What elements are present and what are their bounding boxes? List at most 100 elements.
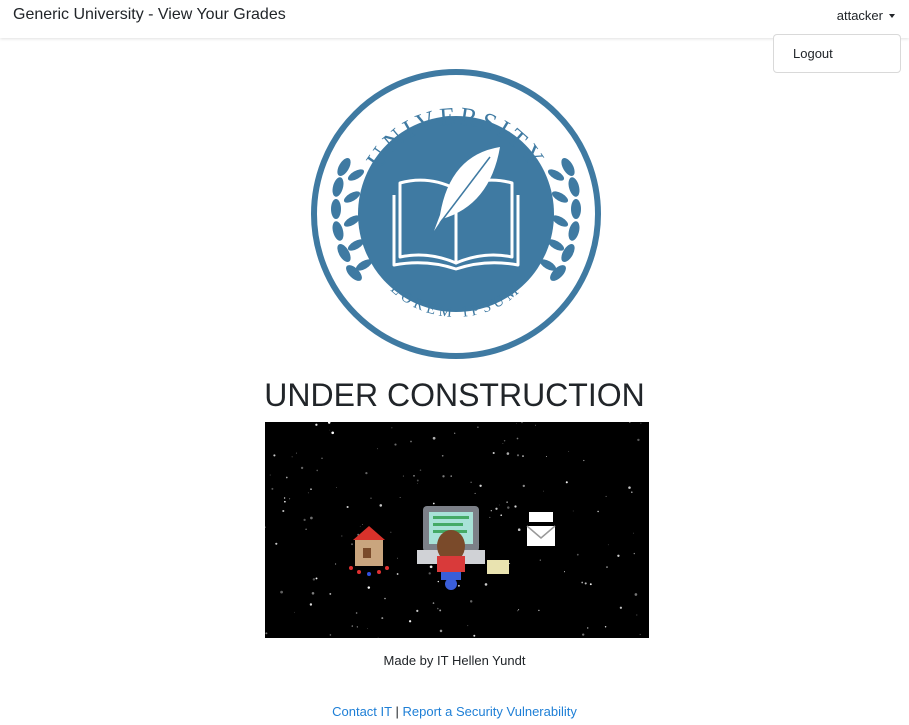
star <box>280 590 283 594</box>
logout-menu-item[interactable]: Logout <box>793 46 833 61</box>
star <box>521 422 523 424</box>
star <box>545 456 547 458</box>
star <box>408 620 412 623</box>
star <box>576 553 579 556</box>
star <box>581 581 584 584</box>
star <box>346 505 349 509</box>
star <box>310 516 313 520</box>
star <box>291 456 293 458</box>
star <box>457 584 460 587</box>
star <box>416 479 419 482</box>
university-logo: UNIVERSITY LOREM IPSUM <box>300 55 612 367</box>
star <box>316 469 318 472</box>
user-dropdown-toggle[interactable]: attacker <box>837 8 895 23</box>
star <box>315 577 318 580</box>
star <box>516 437 519 440</box>
star <box>584 582 587 585</box>
star <box>565 481 568 484</box>
star <box>329 634 332 636</box>
star <box>285 476 288 479</box>
star <box>413 475 415 477</box>
star <box>362 524 363 525</box>
envelope-icon <box>526 512 556 546</box>
star <box>518 609 520 611</box>
star <box>606 566 608 568</box>
star <box>502 443 504 444</box>
star <box>637 438 640 442</box>
star <box>396 573 399 575</box>
star <box>604 626 607 628</box>
star <box>356 626 358 628</box>
star <box>503 439 506 442</box>
star <box>477 426 479 428</box>
star <box>359 525 361 527</box>
star <box>379 504 383 507</box>
star <box>509 562 511 565</box>
star <box>331 431 335 435</box>
star <box>289 498 291 500</box>
star <box>572 510 574 512</box>
user-dropdown-menu: Logout <box>773 34 901 73</box>
university-seal-icon: UNIVERSITY LOREM IPSUM <box>311 69 601 359</box>
star <box>633 532 634 534</box>
star <box>439 609 442 612</box>
star <box>367 586 371 589</box>
star <box>428 572 431 575</box>
star <box>329 429 331 431</box>
caret-down-icon <box>889 13 895 18</box>
star <box>284 500 286 503</box>
star <box>336 487 337 489</box>
star <box>515 423 517 425</box>
star <box>441 454 444 457</box>
star <box>265 632 268 635</box>
contact-it-link[interactable]: Contact IT <box>332 704 392 719</box>
star <box>394 443 397 446</box>
star <box>507 506 510 509</box>
star <box>351 543 353 546</box>
star <box>583 459 585 462</box>
star <box>370 497 372 499</box>
star <box>636 614 638 616</box>
star <box>311 592 315 595</box>
star <box>377 637 379 639</box>
star <box>479 484 482 487</box>
star <box>506 452 510 455</box>
star <box>355 612 358 614</box>
star <box>275 542 278 545</box>
star <box>417 483 418 484</box>
star <box>437 607 439 610</box>
brand-link[interactable]: Generic University - View Your Grades <box>13 6 286 24</box>
star <box>273 454 276 457</box>
top-navbar: Generic University - View Your Grades at… <box>0 0 909 38</box>
star <box>309 603 313 606</box>
star <box>390 531 392 533</box>
star <box>639 633 641 636</box>
star <box>439 629 443 633</box>
star <box>586 627 589 629</box>
star <box>506 501 508 503</box>
star <box>589 583 592 586</box>
credit-text: Made by IT Hellen Yundt <box>383 653 526 668</box>
star <box>377 448 378 450</box>
under-construction-illustration <box>264 421 649 639</box>
star <box>351 625 353 627</box>
star <box>310 488 312 490</box>
star <box>429 565 433 569</box>
star <box>628 486 631 489</box>
star <box>391 427 393 429</box>
star <box>597 510 599 513</box>
star <box>492 451 495 455</box>
star <box>295 452 297 454</box>
report-vulnerability-link[interactable]: Report a Security Vulnerability <box>402 704 576 719</box>
star <box>563 571 566 573</box>
star <box>619 606 623 609</box>
star <box>432 436 436 440</box>
star <box>640 422 642 424</box>
star <box>294 611 295 613</box>
star <box>397 557 398 559</box>
star <box>307 492 309 494</box>
star <box>300 466 304 470</box>
star <box>335 563 337 565</box>
star <box>474 492 476 494</box>
star <box>442 475 445 478</box>
